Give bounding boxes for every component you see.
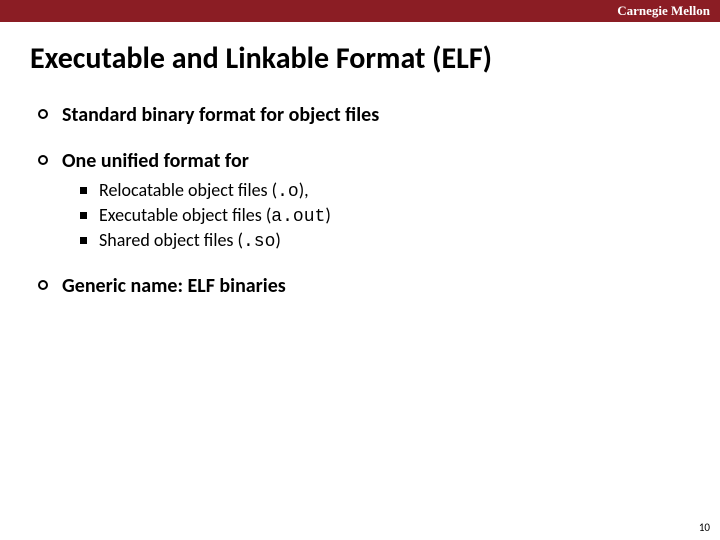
square-bullet-icon [80,237,87,244]
page-number: 10 [699,521,710,534]
sub-list-item: Shared object files (.so) [80,229,690,252]
sub-list-item: Relocatable object files (.o), [80,179,690,202]
bullet-text: Standard binary format for object files [62,103,379,127]
header-bar: Carnegie Mellon [0,0,720,22]
sub-text: Executable object files (a.out) [99,204,331,227]
slide-content: Executable and Linkable Format (ELF) Sta… [0,22,720,298]
list-item: Generic name: ELF binaries [38,274,690,298]
list-item: One unified format for Relocatable objec… [38,149,690,252]
sub-list: Relocatable object files (.o), Executabl… [38,179,690,252]
main-list: Standard binary format for object files … [30,103,690,298]
sub-text: Shared object files (.so) [99,229,281,252]
slide-title: Executable and Linkable Format (ELF) [30,40,690,77]
square-bullet-icon [80,187,87,194]
brand-label: Carnegie Mellon [617,3,710,18]
sub-list-item: Executable object files (a.out) [80,204,690,227]
bullet-icon [38,109,48,119]
list-item: Standard binary format for object files [38,103,690,127]
bullet-text: One unified format for [62,149,249,173]
bullet-text: Generic name: ELF binaries [62,274,286,298]
bullet-icon [38,280,48,290]
bullet-icon [38,155,48,165]
sub-text: Relocatable object files (.o), [99,179,309,202]
square-bullet-icon [80,212,87,219]
